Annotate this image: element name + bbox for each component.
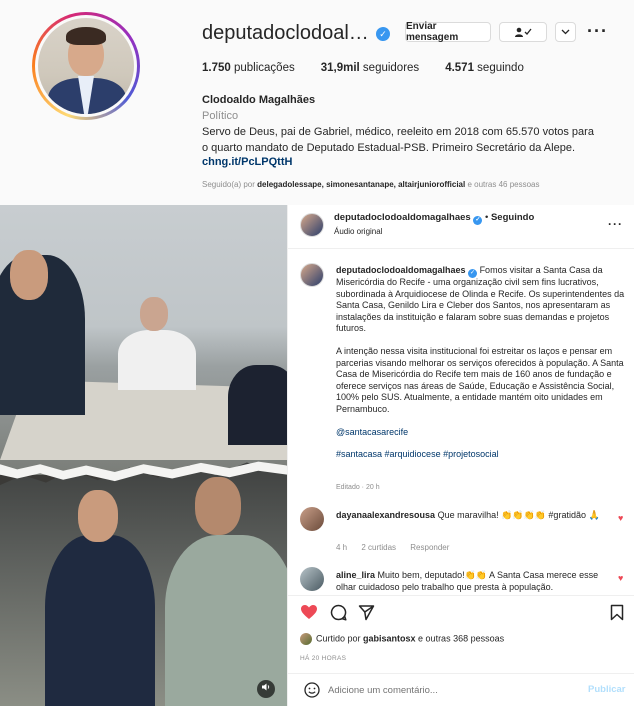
caption-username[interactable]: deputadoclodoaldomagalhaes <box>336 265 466 275</box>
add-comment-bar: Publicar <box>288 673 634 706</box>
post-actions <box>288 595 634 631</box>
profile-full-name: Clodoaldo Magalhães <box>202 94 316 106</box>
commenter-avatar[interactable] <box>300 567 324 591</box>
posts-count: 1.750 publicações <box>202 62 295 74</box>
author-avatar[interactable] <box>300 213 324 237</box>
author-username[interactable]: deputadoclodoaldomagalhaes <box>334 212 471 223</box>
reply-button[interactable]: Responder <box>410 543 449 552</box>
profile-category: Político <box>202 110 239 122</box>
chevron-down-icon <box>561 29 570 35</box>
more-dots-icon[interactable]: ··· <box>608 217 623 231</box>
comment-likes[interactable]: 2 curtidas <box>361 543 396 552</box>
paper-plane-icon[interactable] <box>358 604 375 625</box>
bookmark-icon[interactable] <box>610 604 624 625</box>
caption-avatar[interactable] <box>300 263 324 287</box>
comment-input[interactable] <box>328 682 568 698</box>
comment-time: 4 h <box>336 543 348 552</box>
verified-badge-icon: ✓ <box>473 216 483 225</box>
more-dots-icon[interactable]: ··· <box>587 22 608 40</box>
liked-by[interactable]: Curtido por gabisantosx e outras 368 pes… <box>300 633 504 645</box>
post-modal: deputadoclodoaldomagalhaes ✓ • Seguindo … <box>0 205 634 706</box>
profile-avatar[interactable] <box>32 12 140 120</box>
profile-header: deputadoclodoaldo... ✓ Enviar mensagem ·… <box>0 0 634 205</box>
post-timestamp[interactable]: HÁ 20 HORAS <box>300 655 346 662</box>
followers-count[interactable]: 31,9mil seguidores <box>321 62 419 74</box>
following-status[interactable]: Seguindo <box>491 212 534 223</box>
profile-link[interactable]: chng.it/PcLPQttH <box>202 156 292 168</box>
comment-like-heart-icon[interactable]: ♥ <box>618 573 623 583</box>
post-caption: deputadoclodoaldomagalhaes ✓ Fomos visit… <box>336 265 626 461</box>
commenter-username[interactable]: dayanaalexandresousa <box>336 510 435 520</box>
audio-label[interactable]: Áudio original <box>334 227 382 236</box>
followed-by[interactable]: Seguido(a) por delegadolessape, simonesa… <box>202 180 540 189</box>
profile-username: deputadoclodoaldo... <box>202 22 370 44</box>
hashtags[interactable]: #santacasa #arquidiocese #projetosocial <box>336 449 626 461</box>
following-button[interactable] <box>499 22 547 42</box>
post-video[interactable] <box>0 205 287 706</box>
profile-stats: 1.750 publicações 31,9mil seguidores 4.5… <box>202 62 550 74</box>
commenter-username[interactable]: aline_lira <box>336 570 375 580</box>
verified-badge-icon: ✓ <box>376 27 390 41</box>
user-check-icon <box>515 27 532 37</box>
verified-badge-icon: ✓ <box>468 269 478 278</box>
profile-photo <box>38 18 134 114</box>
publish-button[interactable]: Publicar <box>588 684 626 695</box>
suggestions-button[interactable] <box>555 22 576 42</box>
profile-bio: Servo de Deus, pai de Gabriel, médico, r… <box>202 126 594 154</box>
edited-timestamp: Editado · 20 h <box>336 484 380 491</box>
following-count[interactable]: 4.571 seguindo <box>445 62 524 74</box>
speaker-icon[interactable] <box>257 680 275 698</box>
post-header: deputadoclodoaldomagalhaes ✓ • Seguindo … <box>288 205 634 249</box>
smiley-icon[interactable] <box>304 682 320 702</box>
mention-link[interactable]: @santacasarecife <box>336 427 626 439</box>
send-message-button[interactable]: Enviar mensagem <box>405 21 491 43</box>
comment-like-heart-icon[interactable]: ♥ <box>618 513 623 523</box>
heart-icon[interactable] <box>300 604 318 624</box>
commenter-avatar[interactable] <box>300 507 324 531</box>
post-sidebar: deputadoclodoaldomagalhaes ✓ • Seguindo … <box>287 205 634 706</box>
liker-avatar <box>300 633 312 645</box>
comment-bubble-icon[interactable] <box>330 604 347 625</box>
